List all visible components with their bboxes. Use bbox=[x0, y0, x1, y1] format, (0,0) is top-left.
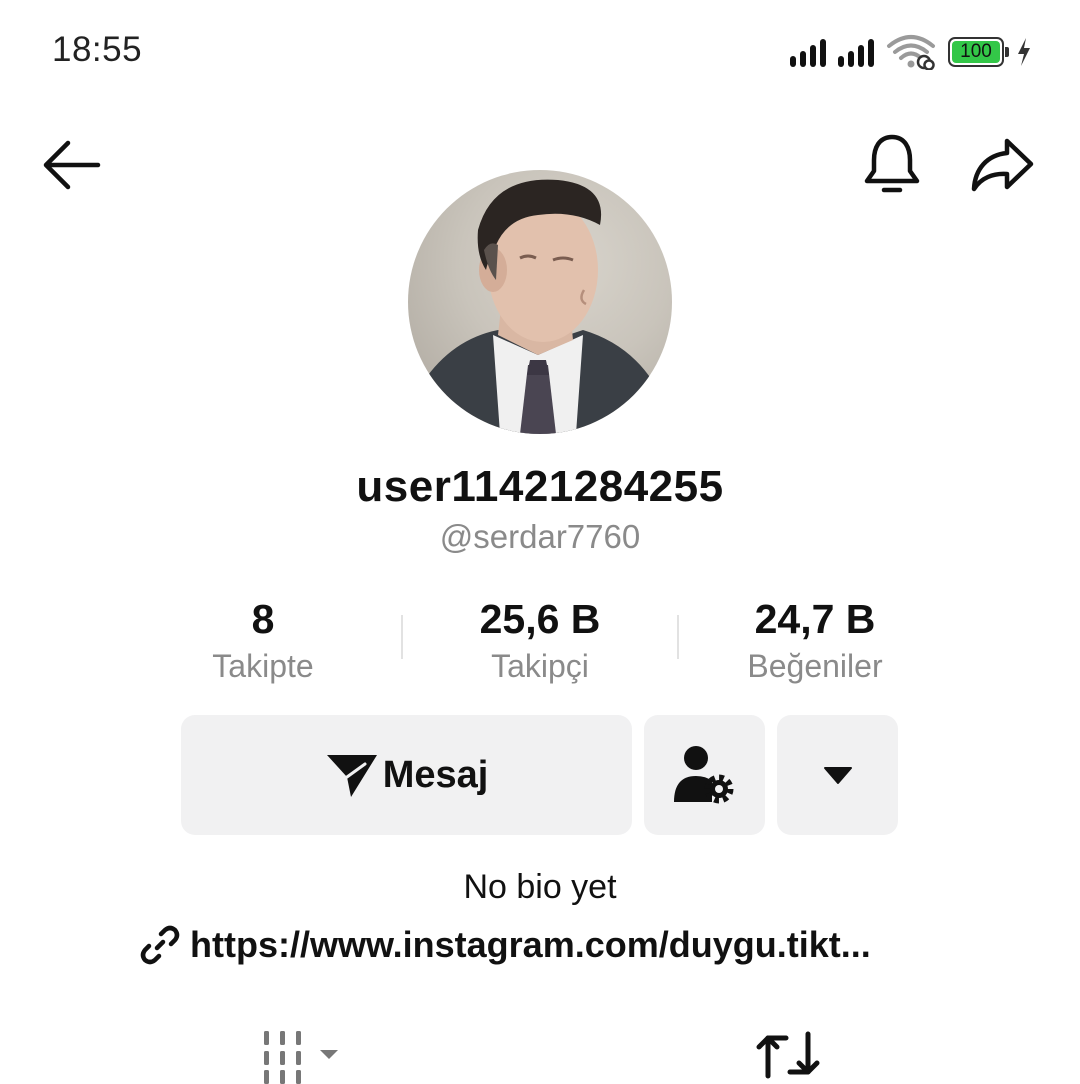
more-options-button[interactable] bbox=[777, 715, 898, 835]
profile-screen: 18:55 100 user11421284255 @serdar7760 8 … bbox=[0, 0, 1080, 1084]
stat-divider bbox=[401, 615, 403, 659]
notification-button[interactable] bbox=[860, 132, 924, 198]
profile-link[interactable]: https://www.instagram.com/duygu.tikt... bbox=[140, 924, 871, 966]
wifi-icon bbox=[887, 35, 935, 70]
stat-followers[interactable]: 25,6 B Takipçi bbox=[410, 594, 670, 688]
user-settings-button[interactable] bbox=[644, 715, 765, 835]
status-time: 18:55 bbox=[52, 30, 143, 69]
caret-down-icon bbox=[823, 767, 852, 784]
repost-icon bbox=[756, 1031, 820, 1079]
link-icon bbox=[140, 925, 180, 965]
stat-label: Takipçi bbox=[491, 648, 589, 684]
bio-text: No bio yet bbox=[463, 868, 617, 906]
battery-cap bbox=[1005, 47, 1009, 57]
grid-icon bbox=[264, 1031, 338, 1084]
stat-likes[interactable]: 24,7 B Beğeniler bbox=[685, 594, 945, 688]
tab-reposts[interactable] bbox=[756, 1026, 820, 1084]
stat-value: 25,6 B bbox=[479, 596, 601, 642]
profile-link-text: https://www.instagram.com/duygu.tikt... bbox=[190, 924, 871, 965]
stat-following[interactable]: 8 Takipte bbox=[133, 594, 393, 688]
stat-label: Takipte bbox=[212, 648, 314, 684]
avatar[interactable] bbox=[408, 170, 672, 434]
paper-plane-icon bbox=[326, 755, 377, 797]
battery-level: 100 bbox=[952, 41, 1000, 63]
avatar-photo bbox=[408, 179, 672, 434]
stat-value: 24,7 B bbox=[754, 596, 876, 642]
bell-icon bbox=[864, 134, 920, 193]
charging-icon bbox=[1018, 38, 1030, 66]
display-name: user11421284255 bbox=[356, 462, 724, 511]
stat-value: 8 bbox=[251, 596, 275, 642]
battery-icon: 100 bbox=[948, 37, 1009, 67]
message-button-label: Mesaj bbox=[382, 753, 489, 796]
back-arrow-icon bbox=[43, 140, 101, 190]
share-button[interactable] bbox=[966, 134, 1038, 196]
status-icons: 100 bbox=[790, 33, 1032, 71]
stat-label: Beğeniler bbox=[747, 648, 883, 684]
tab-videos[interactable] bbox=[262, 1028, 344, 1084]
signal-icon bbox=[838, 37, 874, 67]
user-settings-icon bbox=[673, 746, 733, 804]
message-button[interactable]: Mesaj bbox=[181, 715, 632, 835]
signal-icon bbox=[790, 37, 826, 67]
user-handle: @serdar7760 bbox=[439, 518, 641, 555]
share-icon bbox=[971, 138, 1034, 192]
stat-divider bbox=[677, 615, 679, 659]
back-button[interactable] bbox=[38, 136, 104, 194]
